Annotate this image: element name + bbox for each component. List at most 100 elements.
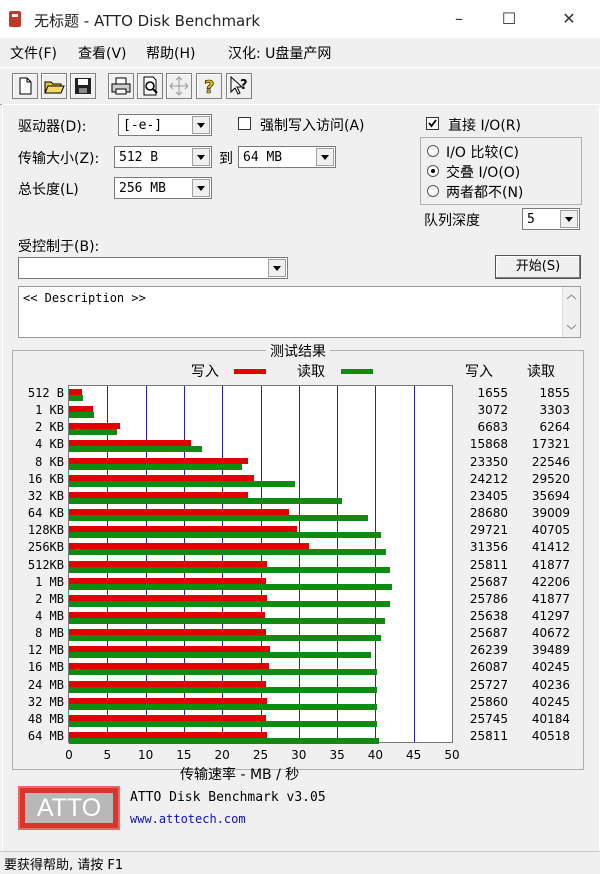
x-tick-label: 20 [214,748,230,762]
read-bar [69,600,390,607]
read-value: 6264 [539,420,570,435]
description-field[interactable]: << Description >> [18,286,581,338]
scroll-arrows-icon [566,294,577,330]
category-label: 32 KB [27,488,64,503]
force-write-label: 强制写入访问(A) [260,118,365,134]
force-write-checkbox[interactable] [238,117,251,130]
drive-label: 驱动器(D): [18,119,87,135]
title-bar: 无标题 - ATTO Disk Benchmark – ☐ ✕ [0,0,600,39]
write-value: 28680 [469,506,508,521]
print-button[interactable] [108,73,134,99]
direct-io-label: 直接 I/O(R) [448,118,521,134]
neither-radio[interactable] [427,185,439,197]
save-button[interactable] [70,73,96,99]
read-bar [69,497,343,504]
open-icon [44,81,65,94]
svg-text:?: ? [204,77,214,98]
x-tick-label: 0 [65,748,73,762]
website-link[interactable]: www.attotech.com [130,812,246,826]
chevron-down-icon[interactable] [192,148,210,166]
read-bar [69,617,386,624]
total-length-label: 总长度(L) [18,182,79,198]
category-label: 4 KB [35,437,64,452]
move-button[interactable] [166,73,192,99]
svg-text:?: ? [240,78,248,93]
write-value: 1655 [477,386,508,400]
legend-write-label: 写入 [191,364,219,380]
write-value: 25687 [469,574,508,589]
print-preview-icon [143,76,158,96]
menu-file[interactable]: 文件(F) [10,43,57,63]
menu-view[interactable]: 查看(V) [78,43,127,63]
transfer-to-select[interactable]: 64 MB [238,146,336,168]
transfer-from-select[interactable]: 512 B [114,146,212,168]
new-button[interactable] [12,73,38,99]
read-value: 40245 [531,660,570,675]
x-tick-label: 5 [103,748,112,762]
read-value: 29520 [531,471,570,486]
write-value: 25811 [469,729,508,743]
close-button[interactable]: ✕ [546,0,592,38]
results-title: 测试结果 [266,341,330,361]
x-axis-label: 传输速率 - MB / 秒 [180,767,300,783]
category-label: 32 MB [27,694,64,709]
print-preview-button[interactable] [137,73,163,99]
x-tick-label: 15 [176,748,192,762]
drive-select[interactable]: [-e-] [118,114,212,136]
context-help-icon: ? [230,75,248,95]
window-title: 无标题 - ATTO Disk Benchmark [34,12,261,30]
overlap-io-radio[interactable] [427,165,439,177]
write-value: 25727 [469,677,508,692]
read-bar [69,446,202,453]
category-label: 16 MB [27,660,64,675]
read-value: 40672 [531,626,570,641]
context-help-button[interactable]: ? [226,73,252,99]
chart-plot-area [68,385,453,744]
chevron-down-icon[interactable] [192,179,210,197]
description-scrollbar[interactable] [562,287,580,337]
read-value: 42206 [531,574,570,589]
read-bar [69,412,95,419]
chevron-down-icon[interactable] [192,116,210,134]
read-value: 41297 [531,608,570,623]
queue-depth-select[interactable]: 5 [522,208,580,230]
legend-read-swatch [341,369,373,374]
direct-io-checkbox[interactable] [426,117,439,130]
category-label: 128KB [27,523,64,538]
read-bar [69,583,393,590]
io-compare-radio[interactable] [427,145,439,157]
chevron-down-icon[interactable] [268,259,286,277]
write-value: 25687 [469,626,508,641]
read-value: 41877 [531,557,570,572]
x-tick-label: 45 [406,748,422,762]
atto-logo: ATTO [18,786,120,830]
gridline [413,386,415,742]
category-label: 512 B [27,386,64,400]
menu-localization[interactable]: 汉化: U盘量产网 [228,43,331,63]
category-label: 4 MB [35,608,64,623]
queue-depth-label: 队列深度 [424,213,480,229]
minimize-button[interactable]: – [436,0,482,38]
version-text: ATTO Disk Benchmark v3.05 [130,790,326,805]
category-label: 12 MB [27,643,64,658]
controlled-by-select[interactable] [18,257,288,279]
open-button[interactable] [41,73,67,99]
help-button[interactable]: ? [196,73,222,99]
total-length-select[interactable]: 256 MB [114,177,212,199]
maximize-button[interactable]: ☐ [486,0,532,38]
read-bar [69,515,368,522]
read-bar [69,635,381,642]
start-button[interactable]: 开始(S) [495,255,581,279]
write-value: 23350 [469,454,508,469]
read-value: 40184 [531,711,570,726]
menu-help[interactable]: 帮助(H) [146,43,195,63]
write-value: 24212 [469,471,508,486]
write-value: 26087 [469,660,508,675]
chevron-down-icon[interactable] [316,148,334,166]
chevron-down-icon[interactable] [560,210,578,228]
write-value: 15868 [469,437,508,452]
help-icon: ? [204,77,215,99]
read-bar [69,686,378,693]
app-icon [9,11,21,27]
category-label: 24 MB [27,677,64,692]
